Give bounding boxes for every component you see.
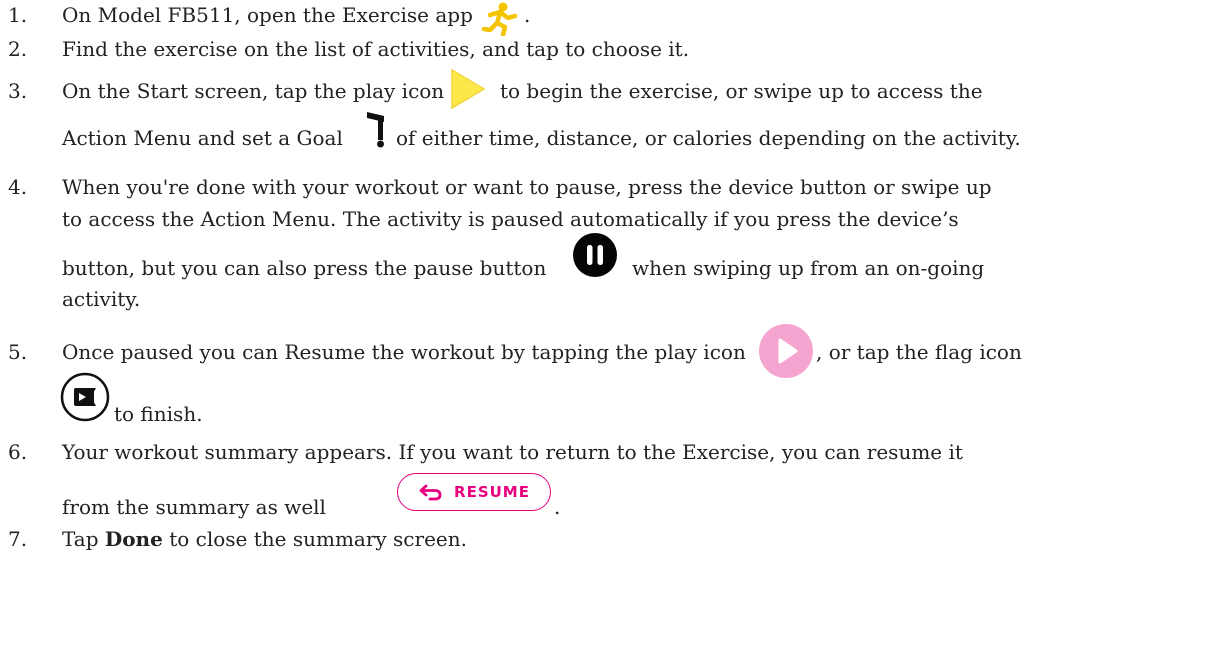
step-text: , or tap the flag icon [816, 340, 1022, 364]
step-text: Once paused you can Resume the workout b… [62, 340, 746, 364]
step-text: Action Menu and set a Goal [62, 126, 343, 150]
step-text: from the summary as well [62, 495, 326, 519]
step-number: 3. [8, 79, 28, 103]
finish-flag-circle-icon [60, 372, 110, 422]
play-triangle-icon [451, 68, 486, 110]
resume-button-label: RESUME [454, 483, 530, 501]
step-text: to access the Action Menu. The activity … [62, 207, 959, 231]
step-text: . [524, 3, 531, 27]
step-text: . [554, 495, 561, 519]
step-number: 6. [8, 440, 28, 464]
step-number: 4. [8, 175, 28, 199]
pause-circle-icon [573, 233, 617, 277]
step-text: of either time, distance, or calories de… [396, 126, 1021, 150]
step-text: Tap Done to close the summary screen. [62, 527, 467, 551]
done-label: Done [104, 527, 163, 551]
step-number: 5. [8, 340, 28, 364]
play-circle-icon [759, 324, 813, 378]
step-text: activity. [62, 287, 141, 311]
step-text-suffix: to close the summary screen. [169, 527, 467, 551]
step-number: 7. [8, 527, 28, 551]
step-text: button, but you can also press the pause… [62, 256, 547, 280]
step-number: 1. [8, 3, 28, 27]
instructions-page: { "steps": [ {"number": "1.", "lines": [… [0, 0, 1225, 669]
resume-button[interactable]: RESUME [397, 473, 551, 511]
step-text: Find the exercise on the list of activit… [62, 37, 690, 61]
step-number: 2. [8, 37, 28, 61]
return-arrow-icon [419, 484, 442, 501]
step-text: On the Start screen, tap the play icon [62, 79, 445, 103]
step-text: to begin the exercise, or swipe up to ac… [500, 79, 983, 103]
step-text-prefix: Tap [62, 527, 99, 551]
step-text: When you're done with your workout or wa… [62, 175, 992, 199]
step-text: On Model FB511, open the Exercise app [62, 3, 473, 27]
goal-flag-icon [367, 112, 384, 148]
step-text: Your workout summary appears. If you wan… [62, 440, 963, 464]
step-text: to finish. [114, 402, 203, 426]
running-person-icon [481, 2, 518, 36]
step-text: when swiping up from an on-going [632, 256, 985, 280]
